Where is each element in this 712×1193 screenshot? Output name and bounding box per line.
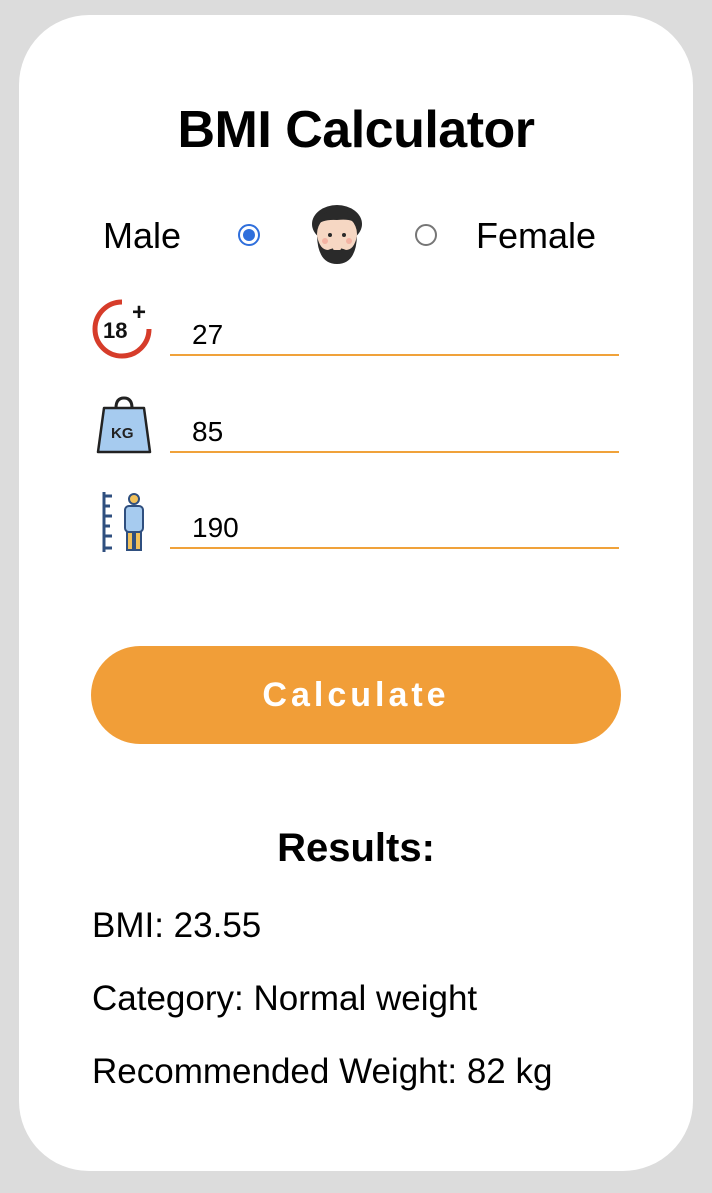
svg-text:+: + — [132, 299, 146, 326]
bmi-result: BMI: 23.55 — [92, 906, 262, 945]
kg-weight-icon: KG — [92, 394, 156, 458]
results-title: Results: — [277, 826, 435, 870]
svg-text:KG: KG — [111, 425, 134, 442]
recommended-weight-result: Recommended Weight: 82 kg — [92, 1052, 553, 1091]
category-result: Category: Normal weight — [92, 979, 478, 1018]
weight-input[interactable] — [170, 413, 619, 453]
female-label[interactable]: Female — [476, 214, 596, 258]
page-title: BMI Calculator — [177, 101, 535, 159]
calculate-button[interactable]: Calculate — [91, 646, 621, 744]
male-label[interactable]: Male — [103, 214, 181, 258]
man-with-beard-icon — [310, 204, 364, 266]
age-18-plus-icon: 18 + — [92, 298, 156, 362]
height-input[interactable] — [170, 509, 619, 549]
female-radio[interactable] — [415, 224, 437, 246]
svg-text:18: 18 — [103, 318, 127, 343]
height-ruler-person-icon — [92, 490, 156, 554]
age-input[interactable] — [170, 316, 619, 356]
male-radio[interactable] — [238, 224, 260, 246]
